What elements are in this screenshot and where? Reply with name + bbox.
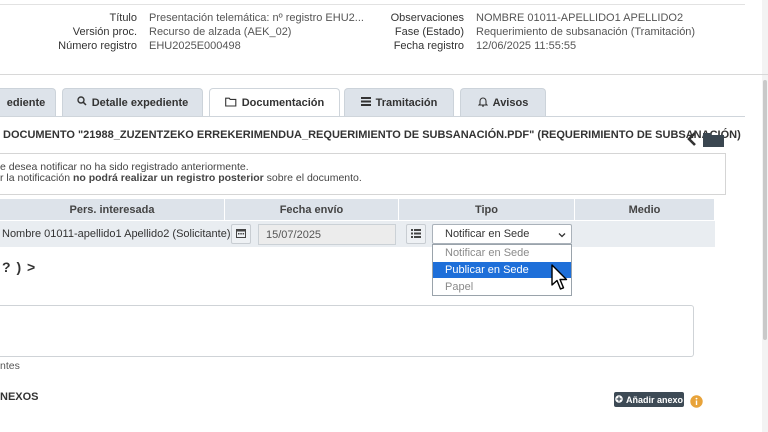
chevron-left-icon[interactable]	[686, 131, 698, 152]
tab-label: Documentación	[241, 97, 325, 109]
comments-textarea[interactable]	[0, 305, 694, 357]
textarea-caption: ntes	[0, 360, 20, 372]
header-divider	[0, 74, 768, 75]
tab-label: ediente	[6, 96, 46, 109]
calendar-button[interactable]	[231, 224, 251, 244]
calendar-icon	[236, 225, 246, 243]
annexes-title: NEXOS	[0, 391, 39, 403]
tab-documentacion[interactable]: Documentación	[209, 88, 340, 117]
notice-text: r la notificación	[0, 172, 73, 184]
type-select[interactable]: Notificar en Sede	[432, 224, 572, 244]
type-select-value: Notificar en Sede	[445, 228, 530, 240]
col-header-date: Fecha envío	[225, 199, 399, 220]
tab-tramitacion[interactable]: Tramitación	[344, 88, 454, 116]
search-icon	[77, 96, 87, 109]
add-annex-button[interactable]: Añadir anexo	[614, 392, 684, 407]
add-annex-label: Añadir anexo	[625, 394, 683, 405]
registry-date-value: 12/06/2025 11:55:55	[476, 40, 577, 52]
folder-icon[interactable]	[703, 131, 724, 152]
col-header-person: Pers. interesada	[0, 199, 225, 220]
tab-expediente[interactable]: ediente	[0, 88, 56, 116]
title-value: Presentación telemática: nº registro EHU…	[149, 12, 364, 24]
document-title: DOCUMENTO "21988_ZUZENTZEKO ERREKERIMEND…	[3, 129, 741, 141]
list-icon	[411, 225, 421, 243]
date-input[interactable]: 15/07/2025	[258, 224, 396, 245]
tab-label: Detalle expediente	[91, 96, 189, 109]
list-icon	[360, 96, 371, 109]
scrollbar-thumb[interactable]	[763, 80, 767, 340]
registry-number-value: EHU2025E000498	[149, 40, 241, 52]
chevron-down-icon	[558, 230, 566, 242]
observations-label: Observaciones	[390, 12, 464, 24]
phase-value: Requerimiento de subsanación (Tramitació…	[476, 26, 696, 38]
info-icon[interactable]	[690, 395, 703, 413]
tab-detalle-expediente[interactable]: Detalle expediente	[62, 88, 203, 116]
mouse-cursor-icon	[551, 264, 569, 297]
nav-symbols[interactable]: ? ) >	[2, 259, 36, 275]
top-border	[0, 0, 745, 5]
notice-line-2: r la notificación no podrá realizar un r…	[0, 172, 362, 184]
tab-label: Tramitación	[375, 96, 438, 109]
bell-icon	[477, 96, 488, 110]
col-header-medium: Medio	[575, 199, 715, 220]
tab-avisos[interactable]: Avisos	[460, 88, 546, 116]
version-value: Recurso de alzada (AEK_02)	[149, 26, 292, 38]
registry-date-label: Fecha registro	[393, 40, 464, 52]
list-button[interactable]	[406, 224, 426, 244]
col-header-type: Tipo	[399, 199, 575, 220]
notice-bold-text: no podrá realizar un registro posterior	[72, 172, 264, 184]
person-cell: Nombre 01011-apellido1 Apellido2 (Solici…	[2, 228, 231, 240]
folder-icon	[224, 97, 237, 110]
registry-number-label: Número registro	[58, 40, 137, 52]
plus-circle-icon	[615, 394, 623, 405]
tabs-baseline	[0, 116, 745, 117]
notice-text: sobre el documento.	[263, 172, 362, 184]
phase-label: Fase (Estado)	[394, 26, 464, 38]
option-notificar-en-sede[interactable]: Notificar en Sede	[433, 245, 571, 261]
tab-label: Avisos	[492, 96, 529, 109]
observations-value: NOMBRE 01011-APELLIDO1 APELLIDO2	[476, 12, 684, 24]
title-label: Título	[109, 12, 137, 24]
version-label: Versión proc.	[72, 26, 137, 38]
